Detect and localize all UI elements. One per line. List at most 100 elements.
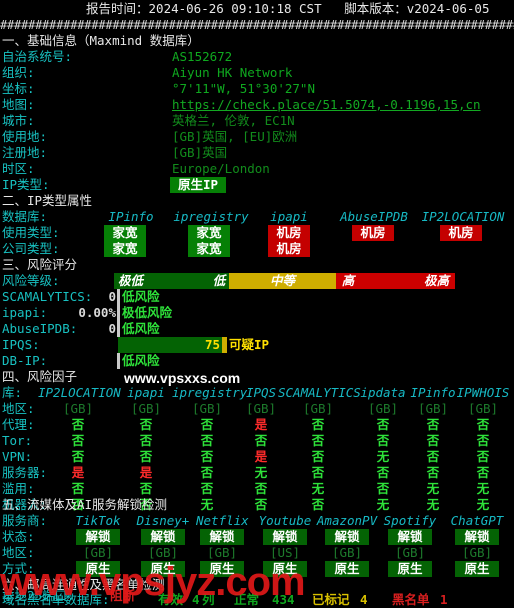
badge-usage-abuseipdb: 机房 [352,225,394,241]
db-header-abuseipdb: AbuseIPDB [340,209,408,224]
label-status: 状态: [2,529,35,544]
risk-cell-r5-c2: 否 [200,481,214,496]
riskdb-header-ipregistry: ipregistry [172,385,248,400]
stream-region-5: [GB] [394,545,426,560]
label-map: 地图: [2,97,35,112]
marker-abuseipdb-score [117,321,120,337]
riskdb-header-ipdata: ipdata [360,385,406,400]
risk-cell-r1-c5: 否 [376,417,390,432]
label-ip-type: IP类型: [2,177,50,192]
risk-cell-r6-c3: 否 [254,497,268,512]
risk-cell-r5-c1: 否 [139,481,153,496]
risk-cell-r6-c4: 否 [311,497,325,512]
map-link[interactable]: https://check.place/51.5074,-0.1196,15,c… [172,97,481,113]
risk-row-label-3: VPN: [2,449,33,464]
report-time-value: 2024-06-26 09:10:18 CST [148,1,322,16]
risk-cell-r4-c2: 否 [200,465,214,480]
marker-ipapi-score [117,305,120,321]
risk-cell-r6-c5: 无 [376,497,390,512]
report-header: 报告时间：2024-06-26 09:10:18 CST 脚本版本：v2024-… [86,1,490,17]
scale-seg-verylow: 极低 [114,273,175,289]
value-usage-location: [GB]英国, [EU]欧洲 [172,129,298,144]
risk-cell-r3-c0: 否 [71,449,85,464]
value-asn: AS152672 [172,49,233,64]
risk-cell-r2-c3: 否 [254,433,268,448]
risk-cell-r3-c1: 否 [139,449,153,464]
verdict-scamalytics: 低风险 [122,289,160,304]
risk-cell-r5-c0: 否 [71,481,85,496]
risk-cell-r1-c7: 否 [476,417,490,432]
stream-method-4: 原生 [325,561,369,577]
value-coords: °7'11"W, 51°30'27"N [172,81,315,96]
riskdb-header-ipqs: IPQS [245,385,277,400]
badge-company-ipregistry: 家宽 [188,241,230,257]
provider-chatgpt: ChatGPT [450,513,504,528]
risk-cell-r5-c5: 否 [376,481,390,496]
value-abuseipdb-score: 0 [108,321,116,336]
risk-cell-r0-c5: [GB] [367,401,399,416]
risk-cell-r3-c3: 是 [254,449,268,464]
riskdb-header-ipwhois: IPWHOIS [456,385,510,400]
label-company-type: 公司类型: [2,241,60,256]
scale-seg-high: 高 [335,273,393,289]
section4-title: 四、风险因子 [2,369,78,384]
risk-level-scale: 极低 低 中等 高 极高 [114,273,455,289]
risk-cell-r0-c1: [GB] [130,401,162,416]
provider-disney: Disney+ [136,513,190,528]
risk-cell-r5-c7: 无 [476,481,490,496]
risk-cell-r5-c6: 无 [426,481,440,496]
badge-usage-ipregistry: 家宽 [188,225,230,241]
section3-title: 三、风险评分 [2,257,78,272]
risk-cell-r5-c4: 无 [311,481,325,496]
stream-status-5: 解锁 [388,529,432,545]
risk-cell-r4-c4: 否 [311,465,325,480]
riskdb-header-ipapi: ipapi [127,385,165,400]
risk-cell-r2-c2: 否 [200,433,214,448]
stream-status-6: 解锁 [455,529,499,545]
db-header-ipregistry: ipregistry [173,209,249,224]
risk-cell-r2-c4: 否 [311,433,325,448]
risk-row-label-0: 地区: [2,401,35,416]
risk-cell-r6-c6: 无 [426,497,440,512]
flagged-count: 4 [360,592,368,607]
risk-row-label-1: 代理: [2,417,35,432]
scale-seg-low: 低 [174,273,230,289]
risk-cell-r0-c6: [GB] [417,401,449,416]
risk-cell-r6-c2: 无 [200,497,214,512]
badge-company-ipapi: 机房 [268,241,310,257]
value-register-location: [GB]英国 [172,145,228,160]
label-register-location: 注册地: [2,145,48,160]
risk-cell-r2-c0: 否 [71,433,85,448]
risk-cell-r4-c7: 否 [476,465,490,480]
risk-cell-r2-c6: 否 [426,433,440,448]
label-coords: 坐标: [2,81,35,96]
script-version-value: v2024-06-05 [406,1,490,16]
label-database: 数据库: [2,209,48,224]
risk-cell-r5-c3: 否 [254,481,268,496]
label-asn: 自治系统号: [2,49,73,64]
stream-status-2: 解锁 [200,529,244,545]
stream-region-3: [US] [269,545,301,560]
section1-title: 一、基础信息（Maxmind 数据库） [2,33,200,48]
db-header-ipinfo: IPinfo [108,209,154,224]
label-ipapi-score: ipapi: [2,305,48,320]
badge-usage-ipinfo: 家宽 [104,225,146,241]
provider-tiktok: TikTok [75,513,121,528]
stream-method-6: 原生 [455,561,499,577]
stream-status-0: 解锁 [76,529,120,545]
section5-title: 五、流媒体及AI服务解锁检测 [2,497,168,512]
badge-usage-ip2location: 机房 [440,225,482,241]
section2-title: 二、IP类型属性 [2,193,93,208]
risk-cell-r3-c4: 否 [311,449,325,464]
label-city: 城市: [2,113,35,128]
risk-cell-r4-c3: 无 [254,465,268,480]
stream-status-3: 解锁 [263,529,307,545]
watermark-middle: www.vpsxxs.com [124,370,241,386]
stream-region-4: [GB] [331,545,363,560]
verdict-abuseipdb-score: 低风险 [122,321,160,336]
risk-cell-r1-c4: 否 [311,417,325,432]
risk-cell-r3-c6: 否 [426,449,440,464]
riskdb-header-ipinfo: IPinfo [410,385,456,400]
db-header-ip2location: IP2LOCATION [421,209,505,224]
risk-cell-r0-c2: [GB] [191,401,223,416]
